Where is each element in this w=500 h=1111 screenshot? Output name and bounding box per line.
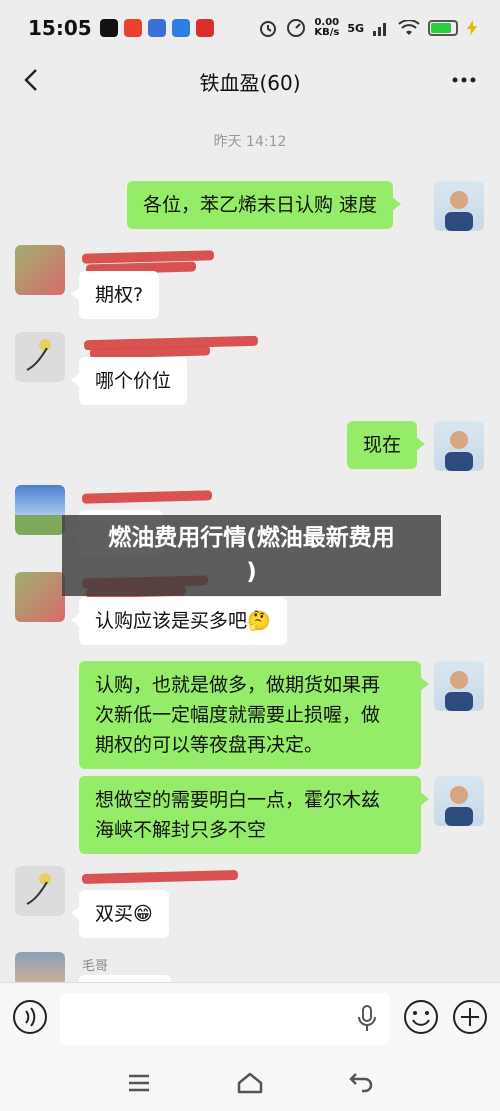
charging-icon [467, 20, 477, 36]
message-bubble-other[interactable]: 哪个价位 [70, 357, 188, 405]
chat-title: 铁血盈(60) [199, 70, 301, 95]
redacted-sender-name [81, 490, 213, 504]
message-bubble-other[interactable]: 认购应该是买多吧🤔 [71, 597, 287, 645]
message-bubble-other[interactable]: 双买😁 [71, 890, 169, 938]
member-avatar[interactable] [15, 245, 65, 295]
home-icon[interactable] [235, 1068, 265, 1098]
message-input[interactable] [60, 993, 390, 1045]
own-avatar[interactable] [434, 661, 484, 711]
alarm-icon [260, 21, 277, 37]
recent-apps-icon[interactable] [124, 1068, 154, 1098]
microphone-icon[interactable] [356, 1005, 378, 1033]
network-type: 5G [347, 21, 364, 35]
wifi-icon [398, 20, 420, 35]
voice-input-icon[interactable] [12, 999, 48, 1035]
back-icon[interactable] [346, 1068, 376, 1098]
status-time: 15:05 [28, 16, 92, 40]
map-icon [171, 19, 190, 37]
redacted-sender-name [81, 869, 239, 885]
news-icon [195, 19, 214, 37]
member-avatar[interactable] [15, 952, 65, 982]
message-input-bar [0, 982, 500, 1054]
own-avatar[interactable] [434, 421, 484, 471]
own-avatar[interactable] [434, 181, 484, 231]
network-speed: 0.00 KB/s [314, 17, 340, 38]
taobao-icon [123, 19, 142, 37]
sender-name: 毛哥 [82, 959, 109, 974]
back-arrow-icon[interactable] [16, 64, 48, 96]
member-avatar[interactable] [15, 572, 65, 622]
message-bubble-own[interactable]: 各位，苯乙烯末日认购 速度 [127, 181, 402, 229]
signal-icon [373, 23, 386, 36]
member-avatar[interactable] [15, 485, 65, 535]
message-bubble-own[interactable]: 认购，也就是做多，做期货如果再 次新低一定幅度就需要止损喔，做 期权的可以等夜盘… [79, 661, 429, 769]
emoji-icon[interactable] [403, 999, 439, 1035]
article-title-overlay: 燃油费用行情(燃油最新费用 ) [62, 515, 441, 596]
member-avatar[interactable] [15, 332, 65, 382]
add-attachment-icon[interactable] [452, 999, 488, 1035]
tiktok-icon [99, 19, 118, 37]
own-avatar[interactable] [434, 776, 484, 826]
speed-gauge-icon [287, 19, 306, 37]
message-bubble-other[interactable] [71, 975, 171, 1005]
more-options-icon[interactable] [450, 68, 478, 92]
status-bar: 15:05 0.00 KB/s 5G [0, 0, 500, 56]
battery-icon [428, 20, 458, 36]
baidu-icon [147, 19, 166, 37]
message-timestamp: 昨天 14:12 [213, 134, 287, 150]
chat-header: 铁血盈(60) [0, 56, 500, 106]
member-avatar[interactable] [15, 866, 65, 916]
message-bubble-own[interactable]: 想做空的需要明白一点，霍尔木兹 海峡不解封只多不空 [79, 776, 429, 854]
message-bubble-own[interactable]: 现在 [347, 421, 426, 469]
system-navigation-bar [0, 1054, 500, 1111]
message-bubble-other[interactable]: 期权? [70, 271, 160, 319]
